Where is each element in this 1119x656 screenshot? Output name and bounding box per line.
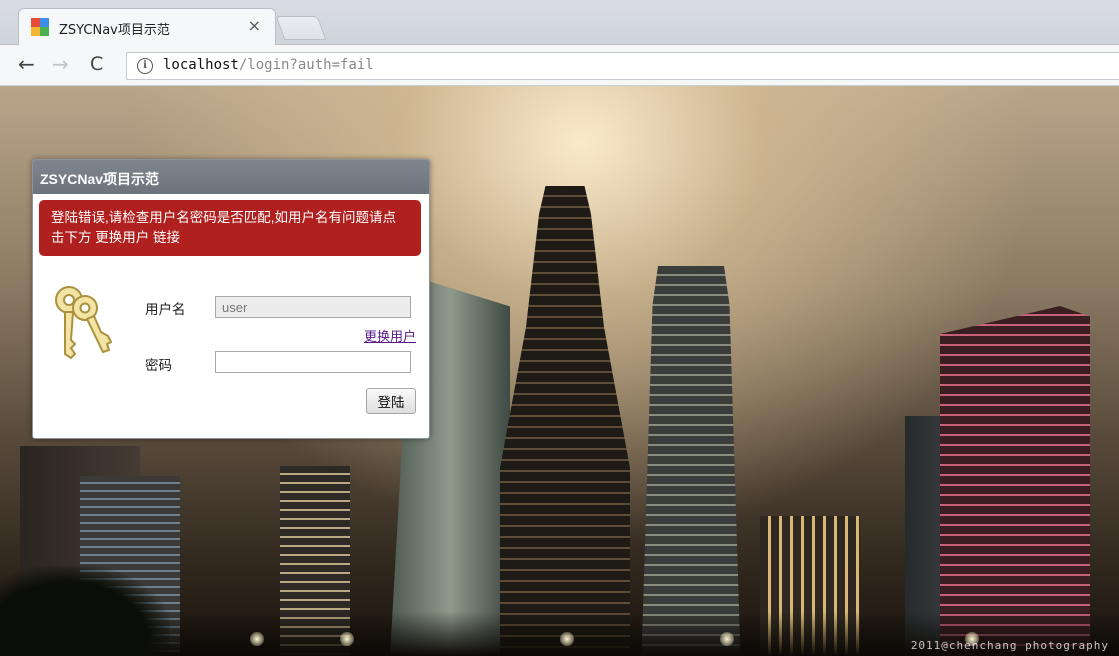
street-light — [720, 632, 734, 646]
password-label: 密码 — [145, 358, 172, 373]
keys-icon — [55, 286, 113, 360]
browser-navbar: ← → C i localhost/login?auth=fail — [0, 45, 1119, 86]
panel-header: ZSYCNav项目示范 — [33, 160, 429, 194]
back-arrow-icon[interactable]: ← — [18, 53, 35, 75]
photo-watermark: 2011@chenchang photography — [910, 639, 1109, 652]
skyline-building — [940, 306, 1090, 656]
login-panel: ZSYCNav项目示范 登陆错误,请检查用户名密码是否匹配,如用户名有问题请点击… — [32, 159, 430, 439]
tree-silhouette — [0, 566, 170, 656]
url-path: /login?auth=fail — [238, 57, 374, 73]
browser-tab[interactable]: ZSYCNav项目示范 × — [18, 8, 276, 45]
info-icon[interactable]: i — [137, 58, 153, 74]
tab-title: ZSYCNav项目示范 — [59, 23, 170, 38]
app-favicon-icon — [31, 18, 49, 36]
password-input[interactable] — [215, 351, 411, 373]
username-label: 用户名 — [145, 302, 186, 317]
switch-user-link[interactable]: 更换用户 — [364, 326, 416, 345]
page-background: 2011@chenchang photography ZSYCNav项目示范 登… — [0, 86, 1119, 656]
error-alert: 登陆错误,请检查用户名密码是否匹配,如用户名有问题请点击下方 更换用户 链接 — [39, 200, 421, 256]
new-tab-button[interactable] — [275, 16, 327, 40]
url-host: localhost — [163, 57, 239, 73]
browser-tabstrip: ZSYCNav项目示范 × — [0, 0, 1119, 45]
reload-icon[interactable]: C — [90, 53, 103, 75]
skyline-building — [641, 266, 741, 656]
error-message: 登陆错误,请检查用户名密码是否匹配,如用户名有问题请点击下方 更换用户 链接 — [51, 210, 397, 245]
forward-arrow-icon[interactable]: → — [52, 53, 69, 75]
skyline-building — [500, 186, 630, 656]
street-light — [340, 632, 354, 646]
close-icon[interactable]: × — [248, 16, 261, 35]
street-light — [250, 632, 264, 646]
username-input[interactable] — [215, 296, 411, 318]
street-light — [560, 632, 574, 646]
url-text: localhost/login?auth=fail — [163, 57, 374, 73]
login-button[interactable]: 登陆 — [366, 388, 416, 414]
panel-title: ZSYCNav项目示范 — [40, 171, 160, 187]
address-bar[interactable]: i localhost/login?auth=fail — [126, 52, 1119, 80]
